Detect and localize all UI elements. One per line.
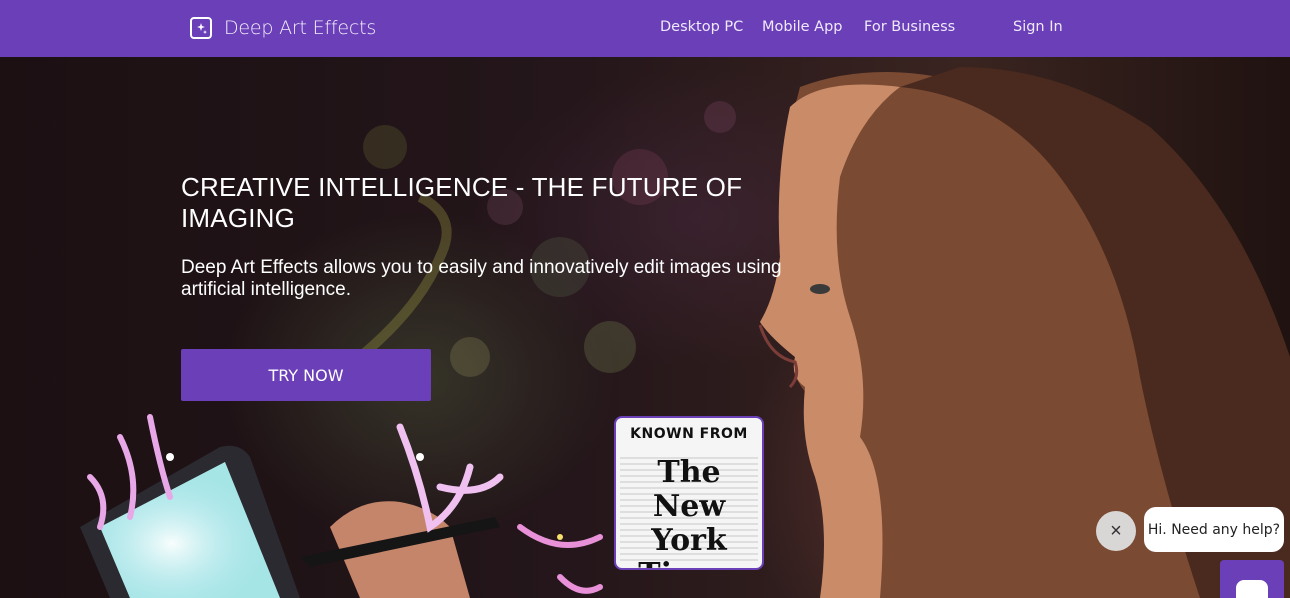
top-navbar: Deep Art Effects Desktop PC Mobile App F… — [0, 0, 1290, 57]
try-now-button[interactable]: TRY NOW — [181, 349, 431, 401]
chat-launcher-button[interactable] — [1220, 560, 1284, 598]
brand-name: Deep Art Effects — [224, 17, 377, 39]
hero-title: CREATIVE INTELLIGENCE - THE FUTURE OF IM… — [181, 172, 743, 233]
known-from-label: KNOWN FROM — [630, 426, 748, 442]
new-york-times-logo: The New York Times — [616, 455, 762, 569]
chat-icon — [1236, 580, 1268, 598]
brand-logo-icon — [190, 17, 212, 39]
nyt-line-1: The — [657, 455, 721, 490]
chat-greeting-bubble[interactable]: Hi. Need any help? — [1144, 507, 1284, 552]
nyt-line-3: Times — [616, 558, 762, 569]
close-icon: × — [1110, 519, 1122, 542]
nav-link-for-business[interactable]: For Business — [864, 19, 955, 35]
brand-logo-link[interactable]: Deep Art Effects — [189, 16, 376, 40]
chat-close-button[interactable]: × — [1096, 511, 1136, 551]
nav-link-sign-in[interactable]: Sign In — [1013, 19, 1063, 35]
known-from-badge[interactable]: KNOWN FROM The New York Times — [614, 416, 764, 570]
nav-link-mobile-app[interactable]: Mobile App — [762, 19, 843, 35]
nyt-line-2: New York — [651, 489, 727, 558]
nav-link-desktop-pc[interactable]: Desktop PC — [660, 19, 743, 35]
hero-subtitle: Deep Art Effects allows you to easily an… — [181, 257, 782, 300]
chat-greeting-text: Hi. Need any help? — [1147, 521, 1281, 538]
